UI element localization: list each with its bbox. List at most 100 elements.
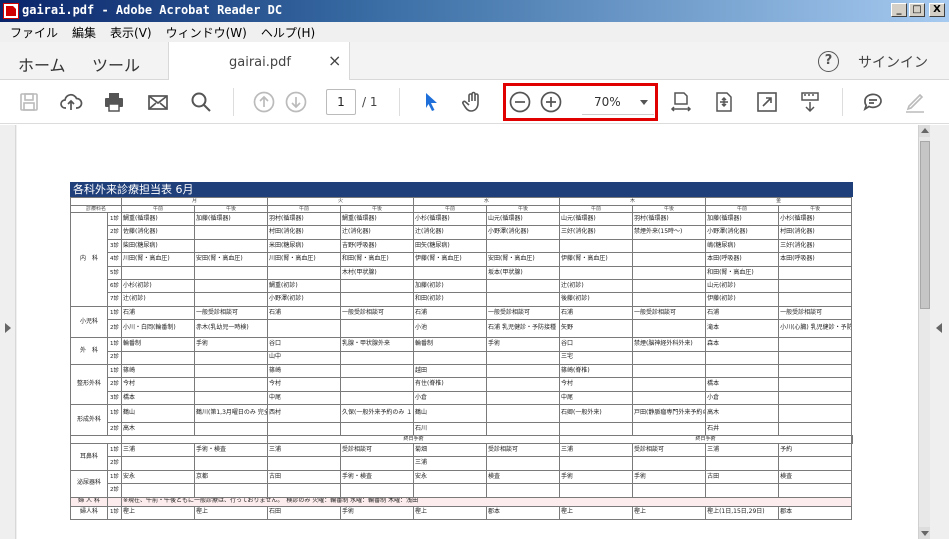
hand-tool-icon[interactable] (460, 89, 486, 115)
schedule-cell (486, 363, 561, 379)
schedule-cell (778, 265, 853, 280)
schedule-cell: 矢野 (559, 319, 634, 339)
schedule-cell (632, 292, 707, 307)
schedule-cell: 中尾 (267, 390, 342, 406)
print-icon[interactable] (101, 89, 127, 115)
schedule-cell: 手術 (193, 337, 269, 352)
schedule-cell: 森本 (705, 337, 780, 352)
table-row: 2診 三浦 (71, 456, 853, 471)
schedule-cell: 今村 (267, 377, 342, 392)
schedule-cell (267, 319, 342, 339)
blank-cell (70, 435, 122, 444)
scroll-mode-icon[interactable] (797, 89, 823, 115)
schedule-cell: 高木 (121, 422, 195, 437)
maximize-button[interactable]: □ (909, 3, 925, 17)
tab-tools[interactable]: ツール (92, 52, 140, 76)
schedule-cell: 中尾 (559, 390, 634, 406)
menu-file[interactable]: ファイル (10, 24, 58, 41)
pen-icon[interactable] (902, 89, 928, 115)
schedule-cell: 篠崎 (121, 363, 195, 379)
schedule-cell: 本田(呼吸器) (778, 252, 853, 267)
upload-cloud-icon[interactable] (58, 89, 84, 115)
department-cell: 耳鼻科 (70, 442, 108, 471)
schedule-cell: 越田 (413, 363, 488, 379)
schedule-cell: 安田(腎・高血圧) (486, 252, 561, 267)
schedule-cell: 伊藤(初診) (705, 292, 780, 307)
save-icon[interactable] (16, 89, 42, 115)
email-icon[interactable] (145, 89, 171, 115)
menu-help[interactable]: ヘルプ(H) (261, 24, 315, 41)
table-row: 小児科 1診 石浦 一般受診相談可 石浦 一般受診相談可 石浦 一般受診相談可 石浦 一般受診相談… (70, 305, 853, 339)
schedule-cell: 篠崎(脊椎) (559, 363, 634, 379)
page-number-input[interactable]: 1 (326, 89, 356, 115)
schedule-cell (193, 456, 269, 471)
schedule-cell (778, 363, 853, 379)
scroll-thumb[interactable] (920, 141, 930, 309)
schedule-cell: 加藤(循環器) (705, 211, 780, 227)
schedule-title: 各科外来診療担当表 6月 (70, 182, 853, 197)
comment-icon[interactable] (860, 89, 886, 115)
toolbar: 1 / 1 70% (0, 80, 949, 124)
schedule-cell (486, 404, 561, 424)
blank-cell (120, 435, 269, 444)
schedule-cell: 小杉(初診) (121, 278, 195, 294)
room-number-cell: 5診 (107, 265, 122, 280)
schedule-cell: 乳腺・甲状腺外来 (340, 337, 415, 352)
right-panel-toggle[interactable] (930, 125, 949, 539)
schedule-cell: 羽村(循環器) (632, 211, 707, 227)
menu-edit[interactable]: 編集 (72, 24, 96, 41)
schedule-cell (121, 265, 195, 280)
fit-page-icon[interactable] (711, 89, 737, 115)
menu-view[interactable]: 表示(V) (110, 24, 152, 41)
tab-document[interactable]: gairai.pdf × (168, 42, 350, 81)
schedule-cell (340, 483, 415, 498)
left-panel-toggle[interactable] (0, 125, 16, 539)
schedule-cell (193, 265, 269, 280)
table-row: 6診 小杉(初診) 鯛重(初診) 加藤(初診) 辻(初診) 山元(初診) (71, 278, 853, 294)
all-day-surgery-label: 終日手術 (267, 435, 561, 444)
room-number-cell: 3診 (107, 238, 122, 254)
sign-in-link[interactable]: サインイン (858, 52, 928, 72)
schedule-cell: 今村 (559, 377, 634, 392)
schedule-cell: 三好(消化器) (778, 238, 853, 254)
table-row: 2診 山中 三宅 (71, 350, 853, 365)
minimize-button[interactable]: _ (891, 3, 907, 17)
help-icon[interactable]: ? (818, 51, 839, 72)
schedule-cell: 手術 (486, 337, 561, 352)
full-screen-icon[interactable] (754, 89, 780, 115)
schedule-cell: 伊藤(腎・高血圧) (413, 252, 488, 267)
next-page-icon[interactable] (283, 89, 309, 115)
select-cursor-icon[interactable] (418, 89, 444, 115)
previous-page-icon[interactable] (251, 89, 277, 115)
schedule-cell: 村田(消化器) (267, 225, 342, 240)
schedule-cell: 一般受診相談可 (778, 305, 853, 321)
am-header: 午前 (559, 204, 634, 213)
schedule-cell (267, 483, 342, 498)
schedule-cell (632, 422, 707, 437)
room-number-cell: 2診 (107, 483, 122, 498)
schedule-cell: 鯛重(循環器) (340, 211, 415, 227)
room-number-cell: 2診 (107, 377, 122, 392)
room-number-cell: 2診 (107, 225, 122, 240)
schedule-cell (632, 456, 707, 471)
schedule-cell: 久保(一般外来予約のみ １４時〜１６時) (340, 404, 415, 424)
schedule-cell: 鶴山 (121, 404, 195, 424)
search-icon[interactable] (188, 89, 214, 115)
close-tab-icon[interactable]: × (328, 51, 341, 70)
schedule-cell (340, 422, 415, 437)
room-number-cell: 6診 (107, 278, 122, 294)
schedule-cell (778, 422, 853, 437)
schedule-cell (193, 225, 269, 240)
fit-width-icon[interactable] (668, 89, 694, 115)
tab-home[interactable]: ホーム (18, 52, 66, 76)
schedule-cell (193, 483, 269, 498)
schedule-cell: 輪番制 (121, 337, 195, 352)
schedule-cell: 石浦 (267, 305, 342, 321)
schedule-cell (632, 350, 707, 365)
schedule-cell: 手術 (632, 469, 707, 485)
day-header-4: 金 (705, 197, 853, 206)
close-window-button[interactable]: X (929, 3, 945, 17)
schedule-cell (413, 350, 488, 365)
schedule-cell (559, 238, 634, 254)
menu-window[interactable]: ウィンドウ(W) (166, 24, 247, 41)
